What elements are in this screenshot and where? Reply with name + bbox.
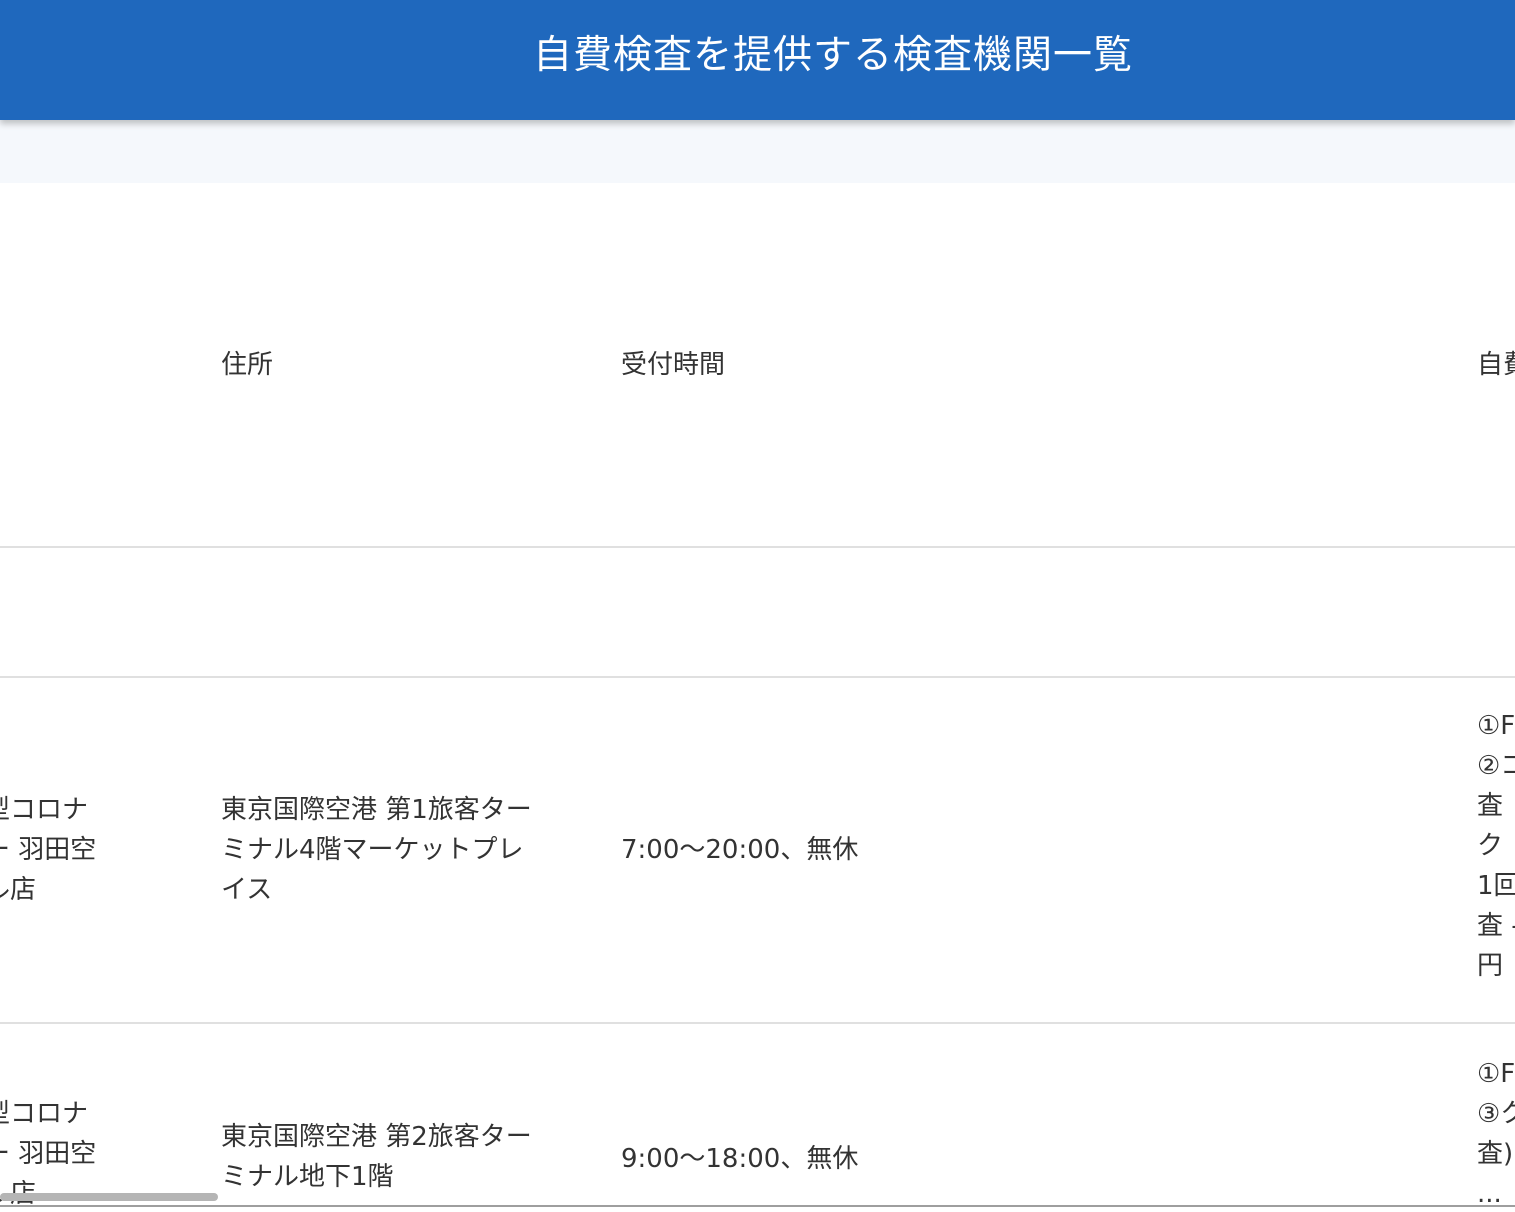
facility-name-cell: 新型コロナ ター 羽田空 ナル店 [0, 678, 220, 1022]
fee-cell: ①F ③ク 査) ... [1477, 1024, 1515, 1207]
facility-address: 東京国際空港 第2旅客ター ミナル地下1階 [221, 1122, 532, 1192]
fee-cell: ①F ②コ 査 ク 1回 査 - 円 [1477, 678, 1515, 1022]
app-header: 自費検査を提供する検査機関一覧 [0, 0, 1515, 120]
reception-hours: 9:00〜18:00、無休 [621, 1144, 859, 1174]
column-header-address: 住所 [221, 183, 581, 546]
table-header-row: 住所 受付時間 自費 [0, 183, 1515, 548]
reception-hours: 7:00〜20:00、無休 [621, 835, 859, 865]
column-header-hours: 受付時間 [621, 183, 1321, 546]
horizontal-scrollbar-thumb[interactable] [0, 1193, 218, 1201]
address-cell: 東京国際空港 第1旅客ター ミナル4階マーケットプレ イス [221, 678, 581, 1022]
viewport-bottom-border [0, 1205, 1515, 1207]
page: 自費検査を提供する検査機関一覧 住所 受付時間 自費 新型コロナ ター 羽田空 … [0, 0, 1515, 1212]
table-row[interactable]: 新型コロナ ター 羽田空 ナル店 東京国際空港 第1旅客ター ミナル4階マーケッ… [0, 678, 1515, 1024]
page-title: 自費検査を提供する検査機関一覧 [532, 33, 1133, 78]
fee-details: ①F ③ク 査) ... [1477, 1059, 1515, 1207]
address-cell: 東京国際空港 第2旅客ター ミナル地下1階 [221, 1024, 581, 1207]
hours-cell: 9:00〜18:00、無休 [621, 1024, 1321, 1207]
column-header-fee: 自費 [1477, 183, 1515, 546]
table-row[interactable]: 新型コロナ ター 羽田空 ナル店 東京国際空港 第2旅客ター ミナル地下1階 9… [0, 1024, 1515, 1207]
testing-facility-table[interactable]: 住所 受付時間 自費 新型コロナ ター 羽田空 ナル店 東京国際空港 第1旅客タ… [0, 183, 1515, 1207]
content-top-band [0, 120, 1515, 183]
facility-name: 新型コロナ ター 羽田空 ナル店 [0, 795, 97, 905]
horizontal-scroll-content[interactable]: 住所 受付時間 自費 新型コロナ ター 羽田空 ナル店 東京国際空港 第1旅客タ… [0, 183, 1515, 1207]
table-row-spacer [0, 548, 1515, 678]
column-header-hours-label: 受付時間 [621, 349, 726, 380]
column-header-fee-label: 自費 [1477, 349, 1515, 380]
fee-details: ①F ②コ 査 ク 1回 査 - 円 [1477, 711, 1515, 981]
facility-address: 東京国際空港 第1旅客ター ミナル4階マーケットプレ イス [221, 795, 532, 905]
column-header-address-label: 住所 [221, 349, 274, 380]
facility-name-cell: 新型コロナ ター 羽田空 ナル店 [0, 1024, 220, 1207]
hours-cell: 7:00〜20:00、無休 [621, 678, 1321, 1022]
facility-name: 新型コロナ ター 羽田空 ナル店 [0, 1099, 97, 1207]
